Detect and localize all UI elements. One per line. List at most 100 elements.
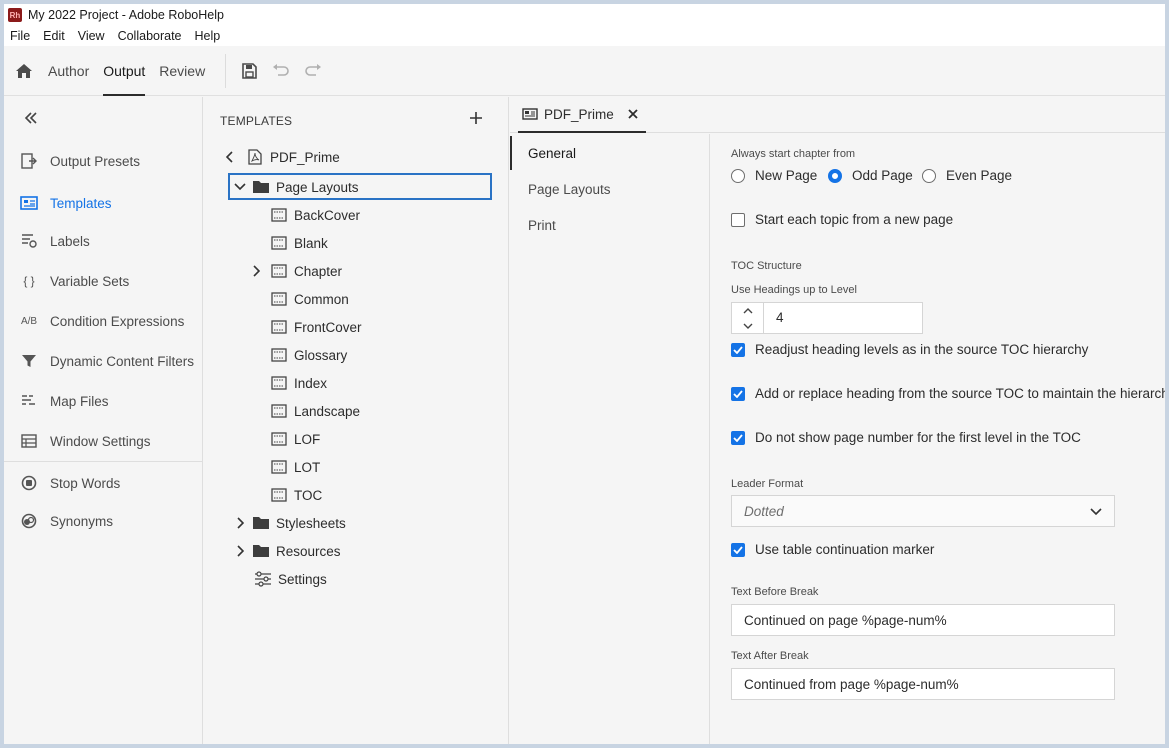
checkbox-checked[interactable]: [731, 386, 745, 401]
map-files-icon: [20, 392, 38, 410]
chevron-left-icon[interactable]: [224, 151, 236, 163]
checkbox[interactable]: [731, 212, 745, 227]
stop-words-icon: [20, 474, 38, 492]
tree-item-toc[interactable]: TOC: [270, 482, 322, 508]
tree-item-common[interactable]: Common: [270, 286, 349, 312]
sidebar-item-label: Condition Expressions: [50, 313, 185, 329]
checkbox-checked[interactable]: [731, 342, 745, 357]
tree-folder-page-layouts[interactable]: Page Layouts: [234, 174, 359, 200]
chevron-up-icon[interactable]: [743, 303, 753, 318]
radio-button[interactable]: [731, 168, 745, 183]
chevron-down-icon[interactable]: [743, 318, 753, 333]
subnav-page-layouts[interactable]: Page Layouts: [510, 172, 710, 206]
sidebar-item-variable-sets[interactable]: { } Variable Sets: [4, 264, 203, 298]
subnav-print[interactable]: Print: [510, 208, 710, 242]
page-layout-icon: [270, 207, 288, 223]
leader-format-select[interactable]: Dotted: [731, 495, 1115, 527]
continuation-checkbox-row[interactable]: Use table continuation marker: [731, 542, 934, 557]
pdf-file-icon: [246, 149, 264, 165]
no-page-number-checkbox-row[interactable]: Do not show page number for the first le…: [731, 430, 1081, 445]
chevron-right-icon[interactable]: [234, 545, 246, 557]
folder-icon: [252, 515, 270, 531]
radio-label: Odd Page: [852, 168, 913, 183]
sidebar-item-templates[interactable]: Templates: [4, 186, 203, 220]
menu-edit[interactable]: Edit: [43, 29, 65, 43]
title-bar: Rh My 2022 Project - Adobe RoboHelp: [4, 4, 1165, 26]
close-icon[interactable]: [626, 107, 640, 121]
tree-folder-resources[interactable]: Resources: [234, 538, 341, 564]
sidebar-item-labels[interactable]: Labels: [4, 224, 203, 258]
page-layout-icon: [270, 291, 288, 307]
chevron-right-icon[interactable]: [234, 517, 246, 529]
new-page-topic-checkbox-row[interactable]: Start each topic from a new page: [731, 212, 953, 227]
tab-pdf-prime[interactable]: PDF_Prime: [518, 97, 646, 133]
subnav-general[interactable]: General: [510, 136, 710, 170]
sidebar-item-label: Synonyms: [50, 513, 114, 529]
menu-collaborate[interactable]: Collaborate: [118, 29, 182, 43]
collapse-panel-icon[interactable]: [22, 109, 40, 127]
menu-file[interactable]: File: [10, 29, 30, 43]
tree-item-glossary[interactable]: Glossary: [270, 342, 347, 368]
checkbox-checked[interactable]: [731, 430, 745, 445]
tree-item-backcover[interactable]: BackCover: [270, 202, 360, 228]
tree-item-landscape[interactable]: Landscape: [270, 398, 360, 424]
editor-tab-bar: PDF_Prime: [510, 97, 1165, 133]
tree-folder-stylesheets[interactable]: Stylesheets: [234, 510, 346, 536]
variable-sets-icon: { }: [23, 274, 35, 288]
radio-odd-page[interactable]: Odd Page: [828, 168, 913, 183]
checkbox-label: Readjust heading levels as in the source…: [755, 342, 1089, 357]
text-after-label: Text After Break: [731, 650, 809, 662]
stepper-buttons: [732, 303, 764, 333]
tab-review[interactable]: Review: [159, 46, 205, 96]
redo-icon[interactable]: [304, 62, 322, 80]
radio-button[interactable]: [922, 168, 936, 183]
sidebar-item-condition-expressions[interactable]: A/B Condition Expressions: [4, 304, 203, 338]
templates-icon: [522, 107, 538, 121]
home-icon[interactable]: [14, 61, 34, 81]
radio-button-selected[interactable]: [828, 168, 842, 183]
sidebar-item-output-presets[interactable]: Output Presets: [4, 144, 203, 178]
add-replace-checkbox-row[interactable]: Add or replace heading from the source T…: [731, 386, 1165, 401]
save-icon[interactable]: [240, 62, 258, 80]
leader-format-value: Dotted: [744, 503, 784, 519]
stepper-value[interactable]: 4: [776, 303, 784, 333]
tree-item-settings[interactable]: Settings: [254, 566, 327, 592]
checkbox-checked[interactable]: [731, 542, 745, 557]
readjust-checkbox-row[interactable]: Readjust heading levels as in the source…: [731, 342, 1088, 357]
template-editor: PDF_Prime General Page Layouts Print Alw…: [510, 97, 1165, 744]
checkbox-label: Use table continuation marker: [755, 542, 935, 557]
text-before-field[interactable]: Continued on page %page-num%: [731, 604, 1115, 636]
toc-structure-label: TOC Structure: [731, 260, 802, 272]
menu-view[interactable]: View: [78, 29, 105, 43]
text-after-field[interactable]: Continued from page %page-num%: [731, 668, 1115, 700]
tree-item-frontcover[interactable]: FrontCover: [270, 314, 362, 340]
sidebar-item-dynamic-content-filters[interactable]: Dynamic Content Filters: [4, 344, 203, 378]
tree-label: PDF_Prime: [270, 149, 340, 165]
chevron-right-icon[interactable]: [250, 265, 262, 277]
tree-item-chapter[interactable]: Chapter: [250, 258, 342, 284]
undo-icon[interactable]: [272, 62, 290, 80]
chevron-down-icon[interactable]: [234, 181, 246, 193]
sidebar-item-label: Window Settings: [50, 433, 151, 449]
add-template-icon[interactable]: [467, 109, 485, 127]
tree-item-lot[interactable]: LOT: [270, 454, 320, 480]
radio-label: Even Page: [946, 168, 1013, 183]
tree-item-lof[interactable]: LOF: [270, 426, 320, 452]
sidebar-item-label: Output Presets: [50, 153, 141, 169]
tree-root-pdf-prime[interactable]: PDF_Prime: [224, 144, 340, 170]
sidebar-item-map-files[interactable]: Map Files: [4, 384, 203, 418]
radio-new-page[interactable]: New Page: [731, 168, 817, 183]
sidebar-item-label: Variable Sets: [50, 273, 130, 289]
sidebar-item-stop-words[interactable]: Stop Words: [4, 466, 203, 500]
window-title: My 2022 Project - Adobe RoboHelp: [28, 8, 224, 22]
menu-help[interactable]: Help: [195, 29, 221, 43]
tree-item-index[interactable]: Index: [270, 370, 327, 396]
tab-author[interactable]: Author: [48, 46, 89, 96]
tree-item-blank[interactable]: Blank: [270, 230, 328, 256]
page-layout-icon: [270, 319, 288, 335]
tab-output[interactable]: Output: [103, 46, 146, 96]
radio-even-page[interactable]: Even Page: [922, 168, 1012, 183]
sidebar-item-window-settings[interactable]: Window Settings: [4, 424, 203, 458]
sidebar-item-synonyms[interactable]: Synonyms: [4, 504, 203, 538]
headings-level-stepper[interactable]: 4: [731, 302, 923, 334]
